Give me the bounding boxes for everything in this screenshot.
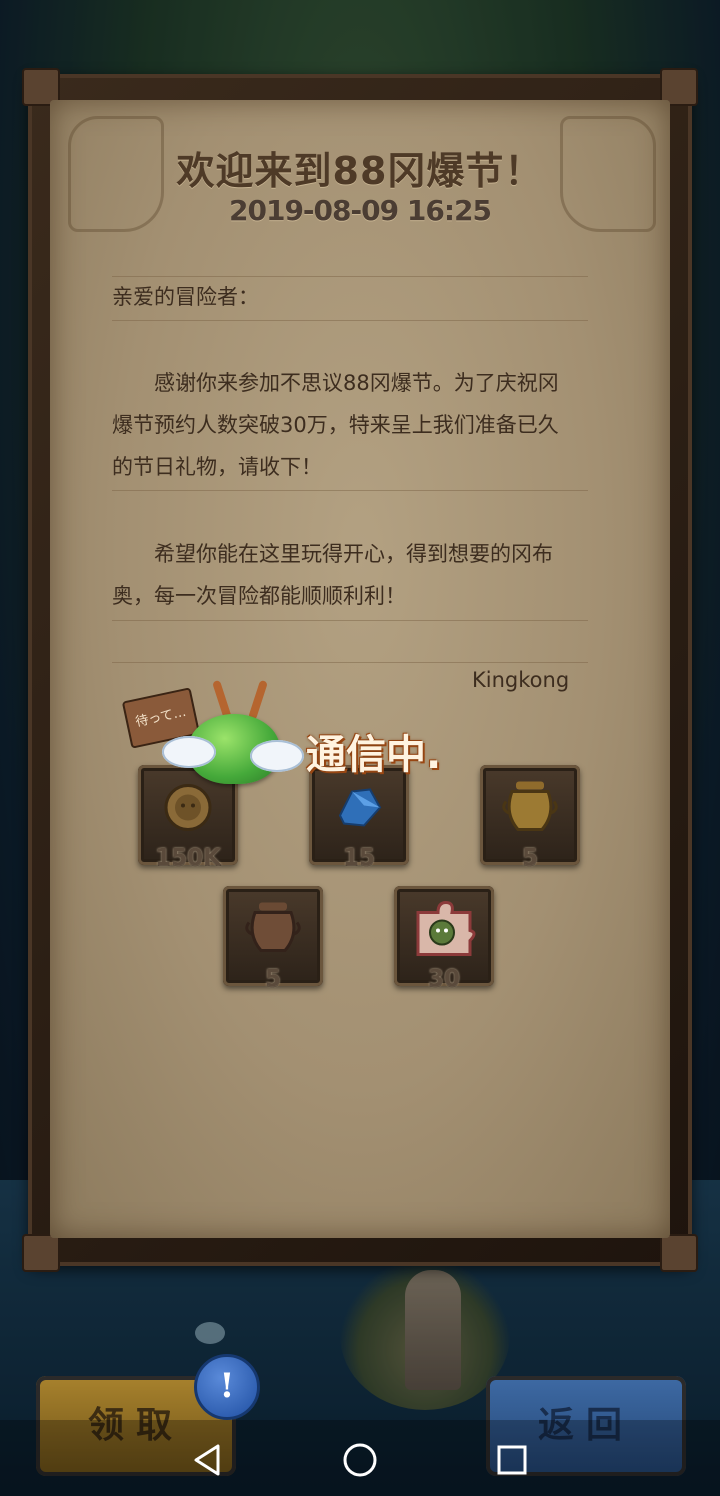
slime-antler xyxy=(248,679,268,721)
cloud-icon xyxy=(162,736,216,768)
ruled-line xyxy=(112,662,588,663)
reward-count: 5 xyxy=(264,966,281,992)
letter-signature: Kingkong xyxy=(472,668,570,692)
loading-label: 通信中. xyxy=(306,732,442,778)
reward-slot[interactable]: 5 xyxy=(480,765,580,871)
reward-count: 5 xyxy=(521,845,538,871)
paragraph-1-line-3: 的节日礼物，请收下！ xyxy=(112,455,322,479)
letter-paper xyxy=(50,100,670,1238)
paragraph-2-line-2: 奥，每一次冒险都能顺顺利利！ xyxy=(112,584,406,608)
reward-count: 150K xyxy=(155,845,221,871)
ruled-line xyxy=(112,490,588,491)
alert-badge-icon: ! xyxy=(194,1354,260,1420)
ruled-line xyxy=(112,320,588,321)
gold-pot-icon xyxy=(500,780,560,843)
reward-slot[interactable]: 30 xyxy=(394,886,494,992)
frame-corner xyxy=(660,1234,698,1272)
nav-recent-apps-icon[interactable] xyxy=(490,1438,534,1482)
loading-indicator: 待って… 通信中. xyxy=(121,679,466,800)
system-navigation-bar xyxy=(0,1420,720,1496)
paragraph-1-line-2: 爆节预约人数突破30万，特来呈上我们准备已久 xyxy=(112,413,559,437)
ruled-line xyxy=(112,620,588,621)
puzzle-piece-icon xyxy=(412,899,476,966)
frame-corner xyxy=(22,1234,60,1272)
nav-home-icon[interactable] xyxy=(338,1438,382,1482)
letter-title: 欢迎来到88冈爆节！ xyxy=(176,149,544,193)
paragraph-1-line-1: 感谢你来参加不思议88冈爆节。为了庆祝冈 xyxy=(112,371,559,395)
nav-back-icon[interactable] xyxy=(186,1438,230,1482)
salutation: 亲爱的冒险者： xyxy=(112,285,259,309)
cloud-icon xyxy=(250,740,304,772)
bronze-pot-icon xyxy=(243,901,303,964)
letter-date: 2019-08-09 16:25 xyxy=(229,194,492,227)
reward-count: 30 xyxy=(427,966,460,992)
paragraph-2-line-1: 希望你能在这里玩得开心，得到想要的冈布 xyxy=(112,542,553,566)
reward-slot[interactable]: 5 xyxy=(223,886,323,992)
reward-count: 15 xyxy=(342,845,375,871)
